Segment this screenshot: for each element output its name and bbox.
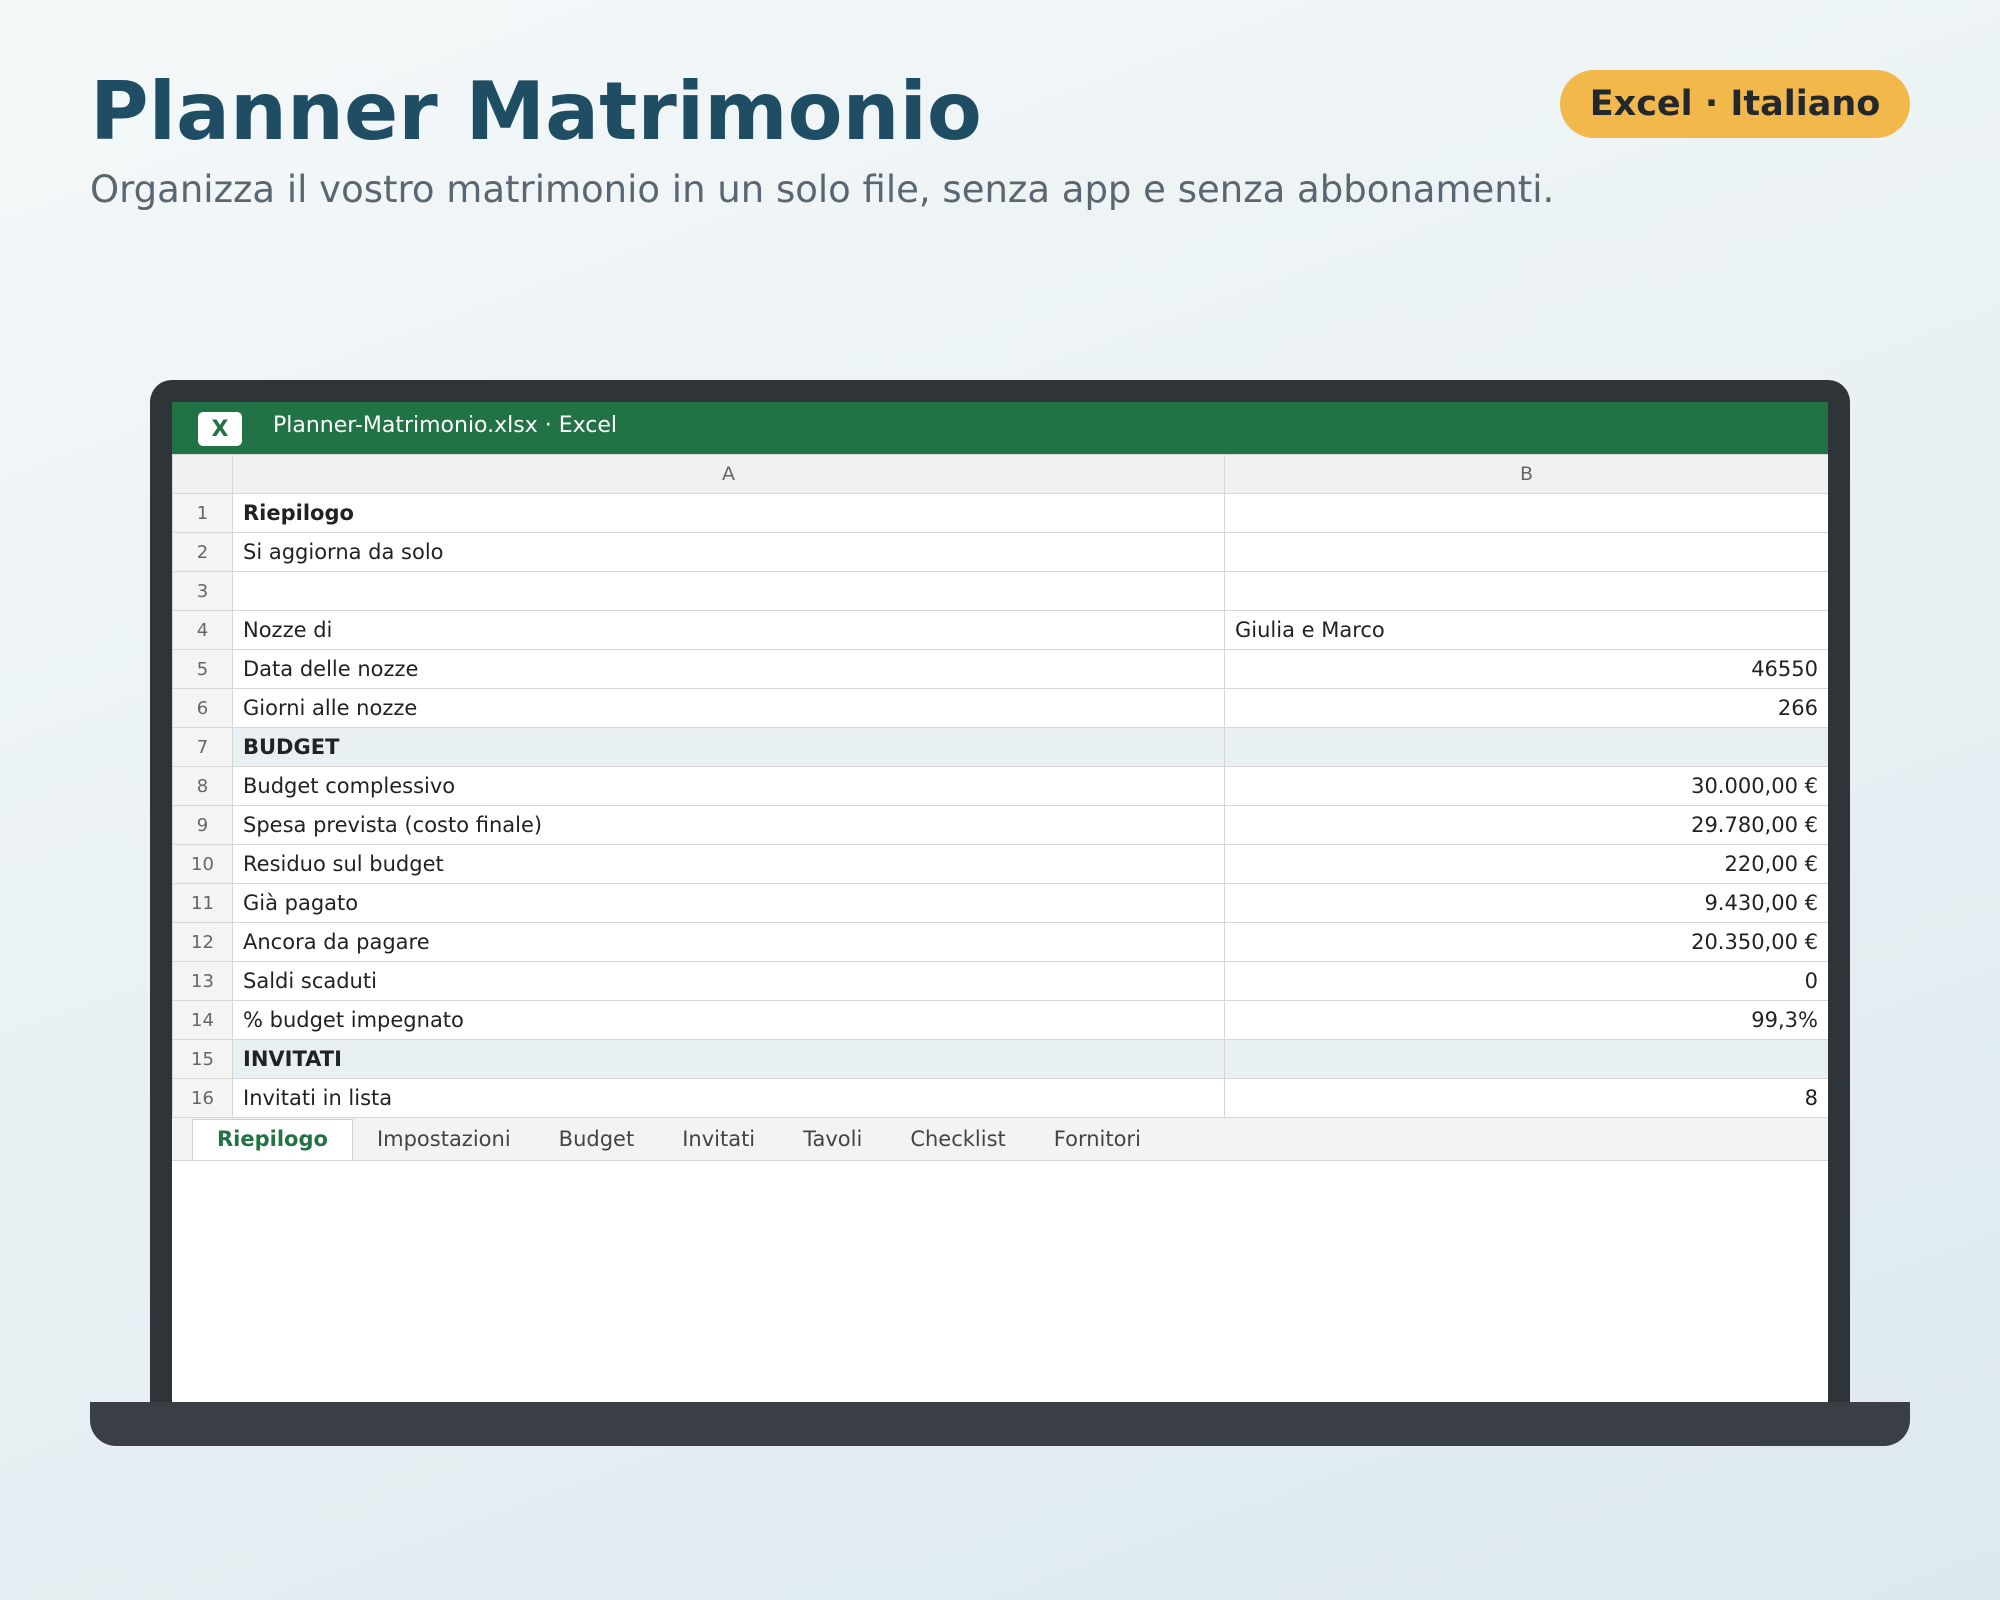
row-number[interactable]: 7: [172, 727, 233, 767]
table-row: 6 Giorni alle nozze 266: [172, 688, 1828, 728]
row-number[interactable]: 13: [172, 961, 233, 1001]
cell-a[interactable]: Residuo sul budget: [232, 844, 1225, 884]
row-number[interactable]: 1: [172, 493, 233, 533]
row-number[interactable]: 3: [172, 571, 233, 611]
table-row: 1 Riepilogo: [172, 493, 1828, 533]
cell-a[interactable]: % budget impegnato: [232, 1000, 1225, 1040]
cell-b[interactable]: 46550: [1224, 649, 1828, 689]
cell-b[interactable]: 20.350,00 €: [1224, 922, 1828, 962]
cell-b[interactable]: [1224, 532, 1828, 572]
cell-b[interactable]: 99,3%: [1224, 1000, 1828, 1040]
table-row: 14% budget impegnato 99,3%: [172, 1000, 1828, 1040]
excel-icon: X: [198, 412, 242, 446]
table-row: 12 Ancora da pagare 20.350,00 €: [172, 922, 1828, 962]
sheet-tab-fornitori[interactable]: Fornitori: [1030, 1120, 1165, 1160]
cell-a[interactable]: Saldi scaduti: [232, 961, 1225, 1001]
row-number[interactable]: 8: [172, 766, 233, 806]
cell-b[interactable]: 0: [1224, 961, 1828, 1001]
table-row: 2 Si aggiorna da solo: [172, 532, 1828, 572]
cell-a[interactable]: BUDGET: [232, 727, 1225, 767]
cell-b[interactable]: [1224, 727, 1828, 767]
cell-a[interactable]: Data delle nozze: [232, 649, 1225, 689]
row-number[interactable]: 15: [172, 1039, 233, 1079]
sheet-tab-riepilogo[interactable]: Riepilogo: [192, 1119, 353, 1160]
column-header-b[interactable]: B: [1224, 454, 1828, 494]
cell-a[interactable]: Riepilogo: [232, 493, 1225, 533]
cell-a[interactable]: Si aggiorna da solo: [232, 532, 1225, 572]
laptop-base: [90, 1402, 1910, 1446]
corner-cell[interactable]: [172, 454, 233, 494]
row-number[interactable]: 11: [172, 883, 233, 923]
row-number[interactable]: 10: [172, 844, 233, 884]
cell-b[interactable]: 266: [1224, 688, 1828, 728]
cell-a[interactable]: Spesa prevista (costo finale): [232, 805, 1225, 845]
row-number[interactable]: 5: [172, 649, 233, 689]
cell-b[interactable]: [1224, 571, 1828, 611]
row-number[interactable]: 2: [172, 532, 233, 572]
column-header-a[interactable]: A: [232, 454, 1225, 494]
row-number[interactable]: 12: [172, 922, 233, 962]
page-title: Planner Matrimonio: [90, 65, 982, 158]
cell-a[interactable]: Budget complessivo: [232, 766, 1225, 806]
sheet-tab-invitati[interactable]: Invitati: [658, 1120, 779, 1160]
file-title: Planner-Matrimonio.xlsx · Excel: [273, 413, 617, 438]
table-row: 3: [172, 571, 1828, 611]
table-row: 5 Data delle nozze 46550: [172, 649, 1828, 689]
table-row: 10 Residuo sul budget 220,00 €: [172, 844, 1828, 884]
cell-b[interactable]: 9.430,00 €: [1224, 883, 1828, 923]
column-header-row: A B: [172, 454, 1828, 494]
cell-b[interactable]: 29.780,00 €: [1224, 805, 1828, 845]
spreadsheet-grid: A B 1 Riepilogo 2 Si aggiorna da solo 3 4 Nozz…: [172, 454, 1828, 1118]
cell-a[interactable]: Nozze di: [232, 610, 1225, 650]
table-row: 11 Già pagato 9.430,00 €: [172, 883, 1828, 923]
laptop-screen: X Planner-Matrimonio.xlsx · Excel A B 1R…: [172, 402, 1828, 1410]
cell-b[interactable]: 8: [1224, 1078, 1828, 1118]
table-row: 4 Nozze di Giulia e Marco: [172, 610, 1828, 650]
sheet-tab-impostazioni[interactable]: Impostazioni: [353, 1120, 535, 1160]
table-row: 13 Saldi scaduti 0: [172, 961, 1828, 1001]
sheet-tab-budget[interactable]: Budget: [535, 1120, 659, 1160]
cell-a[interactable]: Invitati in lista: [232, 1078, 1225, 1118]
table-row: 7 BUDGET: [172, 727, 1828, 767]
sheet-tab-tavoli[interactable]: Tavoli: [779, 1120, 886, 1160]
excel-titlebar: X Planner-Matrimonio.xlsx · Excel: [172, 402, 1828, 454]
cell-a[interactable]: Già pagato: [232, 883, 1225, 923]
cell-b[interactable]: Giulia e Marco: [1224, 610, 1828, 650]
cell-a[interactable]: INVITATI: [232, 1039, 1225, 1079]
cell-b[interactable]: 220,00 €: [1224, 844, 1828, 884]
cell-a[interactable]: Giorni alle nozze: [232, 688, 1225, 728]
cell-a[interactable]: Ancora da pagare: [232, 922, 1225, 962]
format-badge: Excel · Italiano: [1560, 70, 1910, 138]
laptop-frame: X Planner-Matrimonio.xlsx · Excel A B 1R…: [150, 380, 1850, 1410]
table-row: 8 Budget complessivo 30.000,00 €: [172, 766, 1828, 806]
sheet-tabs-bar: Riepilogo Impostazioni Budget Invitati Tavol…: [172, 1118, 1828, 1161]
cell-b[interactable]: 30.000,00 €: [1224, 766, 1828, 806]
cell-b[interactable]: [1224, 493, 1828, 533]
sheet-tab-checklist[interactable]: Checklist: [886, 1120, 1029, 1160]
grid-body: 1 Riepilogo 2 Si aggiorna da solo 3 4 Nozze di…: [172, 493, 1828, 1118]
table-row: 15 INVITATI: [172, 1039, 1828, 1079]
cell-b[interactable]: [1224, 1039, 1828, 1079]
row-number[interactable]: 14: [172, 1000, 233, 1040]
table-row: 16 Invitati in lista 8: [172, 1078, 1828, 1118]
row-number[interactable]: 9: [172, 805, 233, 845]
row-number[interactable]: 6: [172, 688, 233, 728]
row-number[interactable]: 4: [172, 610, 233, 650]
page-subtitle: Organizza il vostro matrimonio in un sol…: [90, 168, 1555, 211]
table-row: 9 Spesa prevista (costo finale) 29.780,00 …: [172, 805, 1828, 845]
row-number[interactable]: 16: [172, 1078, 233, 1118]
cell-a[interactable]: [232, 571, 1225, 611]
